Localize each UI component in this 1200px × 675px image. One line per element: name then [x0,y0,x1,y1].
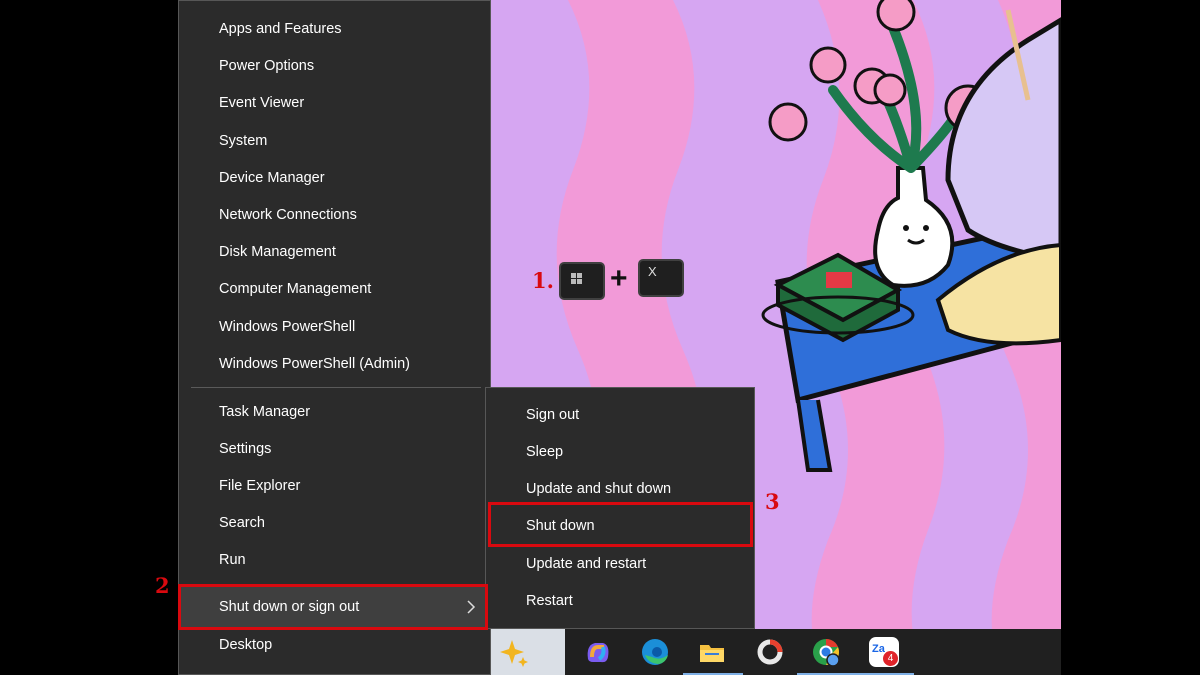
menu-item-run[interactable]: Run [219,542,246,578]
menu-item-power-options[interactable]: Power Options [219,48,314,84]
step-1-label: 1. [532,268,554,293]
plus-sign: + [610,262,628,295]
menu-item-desktop[interactable]: Desktop [219,627,272,663]
x-key: X [638,259,684,297]
menu-item-computer-management[interactable]: Computer Management [219,271,371,307]
highlight-shut-down-or-sign-out [178,584,488,630]
taskbar-widgets-button[interactable] [491,629,565,675]
submenu-item-sign-out[interactable]: Sign out [526,397,579,433]
file-explorer-icon[interactable] [697,637,727,667]
menu-item-settings[interactable]: Settings [219,431,271,467]
step-2-label: 2 [155,573,170,598]
winx-quick-link-menu: Apps and Features Power Options Event Vi… [178,0,491,675]
menu-separator [191,387,481,388]
zalo-app-button[interactable]: Za 4 [869,637,899,667]
submenu-item-sleep[interactable]: Sleep [526,434,563,470]
windows-key [559,262,605,300]
edge-browser-icon[interactable] [640,637,670,667]
notification-badge: 4 [883,651,898,666]
menu-item-windows-powershell[interactable]: Windows PowerShell [219,309,355,345]
copilot-icon[interactable] [583,637,613,667]
zalo-label: Za [872,643,885,655]
app-ring-icon[interactable] [755,637,785,667]
menu-item-event-viewer[interactable]: Event Viewer [219,85,304,121]
taskbar: Za 4 [491,629,1061,675]
chrome-browser-icon[interactable] [811,637,841,667]
menu-item-file-explorer[interactable]: File Explorer [219,468,300,504]
windows-logo-icon [571,273,582,284]
menu-item-system[interactable]: System [219,123,267,159]
menu-item-apps-and-features[interactable]: Apps and Features [219,11,342,47]
menu-item-search[interactable]: Search [219,505,265,541]
highlight-shut-down [488,502,753,547]
x-key-label: X [648,264,657,279]
sparkle-icon [500,640,528,667]
menu-item-task-manager[interactable]: Task Manager [219,394,310,430]
menu-item-disk-management[interactable]: Disk Management [219,234,336,270]
step-3-label: 3 [765,489,780,514]
menu-item-windows-powershell-admin[interactable]: Windows PowerShell (Admin) [219,346,410,382]
menu-item-device-manager[interactable]: Device Manager [219,160,325,196]
submenu-item-restart[interactable]: Restart [526,583,573,619]
menu-item-network-connections[interactable]: Network Connections [219,197,357,233]
submenu-item-update-and-restart[interactable]: Update and restart [526,546,646,582]
